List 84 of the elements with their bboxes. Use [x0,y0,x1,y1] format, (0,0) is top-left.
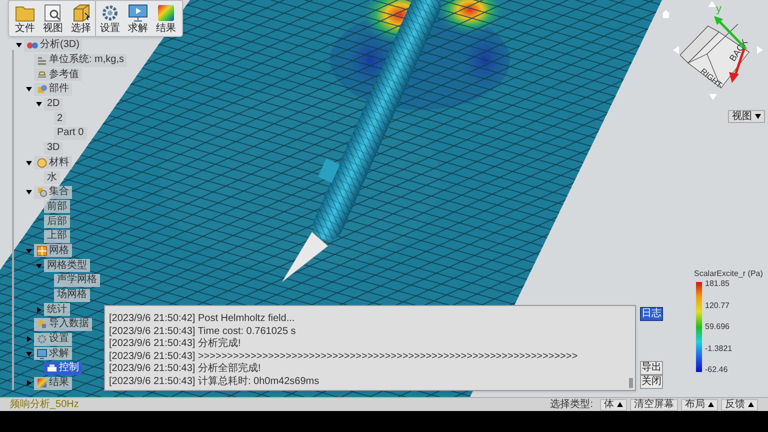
legend-value: -1.3821 [705,344,732,352]
tree-item[interactable]: 声学网格 [54,274,100,287]
expanded-arrow-icon[interactable] [16,42,22,48]
tree-item[interactable]: 场网格 [54,288,90,302]
printer-icon [47,364,57,372]
tree-item[interactable]: 网格类型 [44,259,90,272]
color-map-icon [156,4,176,22]
tree-item[interactable]: 网格 [34,244,72,258]
parts-icon [37,84,47,94]
caret-icon [755,114,761,119]
log-line: [2023/9/6 21:50:43] 计算总耗时: 0h0m42s69ms [109,376,320,388]
axis-label: y [716,4,722,15]
legend-value: 59.696 [705,323,730,331]
analysis-name: 频响分析_50Hz [10,400,79,410]
log-line: [2023/9/6 21:50:42] Post Helmholtz field... [109,313,296,326]
status-dropdown[interactable]: 体 [600,398,627,410]
caret-icon [708,402,714,407]
status-dropdown[interactable]: 布局 [681,398,718,410]
scrollbar-icon [629,378,633,388]
tree-item[interactable]: 导入数据 [34,318,92,331]
status-dropdown[interactable]: 反馈 [721,398,758,410]
toolbar-button[interactable]: 设置 [96,1,124,36]
toolbar-button[interactable]: 选择 [67,1,95,36]
tree-item[interactable]: Part 0 [54,126,87,140]
tree-item[interactable]: 材料 [34,156,72,170]
tree-item[interactable]: 部件 [34,82,72,96]
analysis-icon [27,42,38,49]
legend-value: 120.77 [705,302,730,310]
log-panel-button[interactable]: 导出 [640,361,663,375]
document-magnifier-icon [43,4,63,22]
tree-item[interactable]: 上部 [44,230,70,243]
caret-icon [617,402,623,407]
tree-item[interactable]: 参考值 [34,68,82,82]
expanded-arrow-icon[interactable] [26,189,32,196]
scale-icon [37,70,47,80]
view-dropdown[interactable]: 视图 [728,110,765,123]
toolbar-button[interactable]: 文件 [11,1,39,36]
tree-item[interactable]: 2D [44,98,63,111]
box-icon [71,4,91,22]
toolbar-button[interactable]: 视图 [39,1,67,36]
monitor-play-icon [128,4,148,22]
log-panel-button[interactable]: 关闭 [640,375,663,389]
tree-item[interactable]: 分析(3D) [24,38,82,52]
monitor-icon [37,348,47,359]
tree-item[interactable]: 3D [44,142,63,155]
expanded-arrow-icon[interactable] [36,101,42,108]
collapsed-arrow-icon[interactable] [36,306,42,313]
expanded-arrow-icon[interactable] [26,86,32,92]
grid-icon [37,246,47,256]
toolbar-button[interactable]: 结果 [152,1,180,36]
tree-item[interactable]: 控制 [44,362,82,375]
color-map-icon [37,378,47,388]
log-line: [2023/9/6 21:50:43] 分析完成! [109,338,242,350]
import-icon [37,319,47,330]
select-type-label: 选择类型: [550,400,593,410]
ball-icon [37,158,47,168]
collapsed-arrow-icon[interactable] [26,380,32,386]
status-button[interactable]: 清空屏幕 [630,398,678,410]
tree-item[interactable]: 集合 [34,186,72,199]
log-line: [2023/9/6 21:50:43] 分析全部完成! [109,363,262,376]
tree-item[interactable]: 设置 [34,332,72,346]
toolbar-button[interactable]: 求解 [124,1,152,36]
gear-icon [100,4,120,22]
log-line: [2023/9/6 21:50:43] >>>>>>>>>>>>>>>>>>>>>>>>>>>>>>>>>>>>>>>>>>>>>>>>>>>>>>>>>>>>>>>>> [109,350,579,362]
ruler-icon [37,56,47,65]
gear-icon [37,334,47,344]
log-line: [2023/9/6 21:50:43] Time cost: 0.761025 s [109,326,297,338]
tree-item[interactable]: 水 [44,171,60,184]
tree-item[interactable]: 统计 [44,303,70,316]
tree-item[interactable]: 单位系统: m,kg,s [34,54,128,67]
tree-item[interactable]: 前部 [44,200,70,214]
legend-title: ScalarExcite_r (Pa) [694,270,763,278]
legend-value: -62.46 [705,366,729,374]
shapes-icon [37,187,47,198]
caret-icon [748,402,754,407]
collapsed-arrow-icon[interactable] [26,336,32,342]
log-panel-button[interactable]: 日志 [640,307,663,321]
tree-item[interactable]: 后部 [44,215,70,228]
folder-icon [15,4,35,22]
tree-item[interactable]: 结果 [34,376,72,390]
expanded-arrow-icon[interactable] [26,160,32,166]
legend-value: 181.85 [705,280,730,288]
tree-item[interactable]: 求解 [34,347,72,360]
tree-item[interactable]: 2 [54,112,66,126]
